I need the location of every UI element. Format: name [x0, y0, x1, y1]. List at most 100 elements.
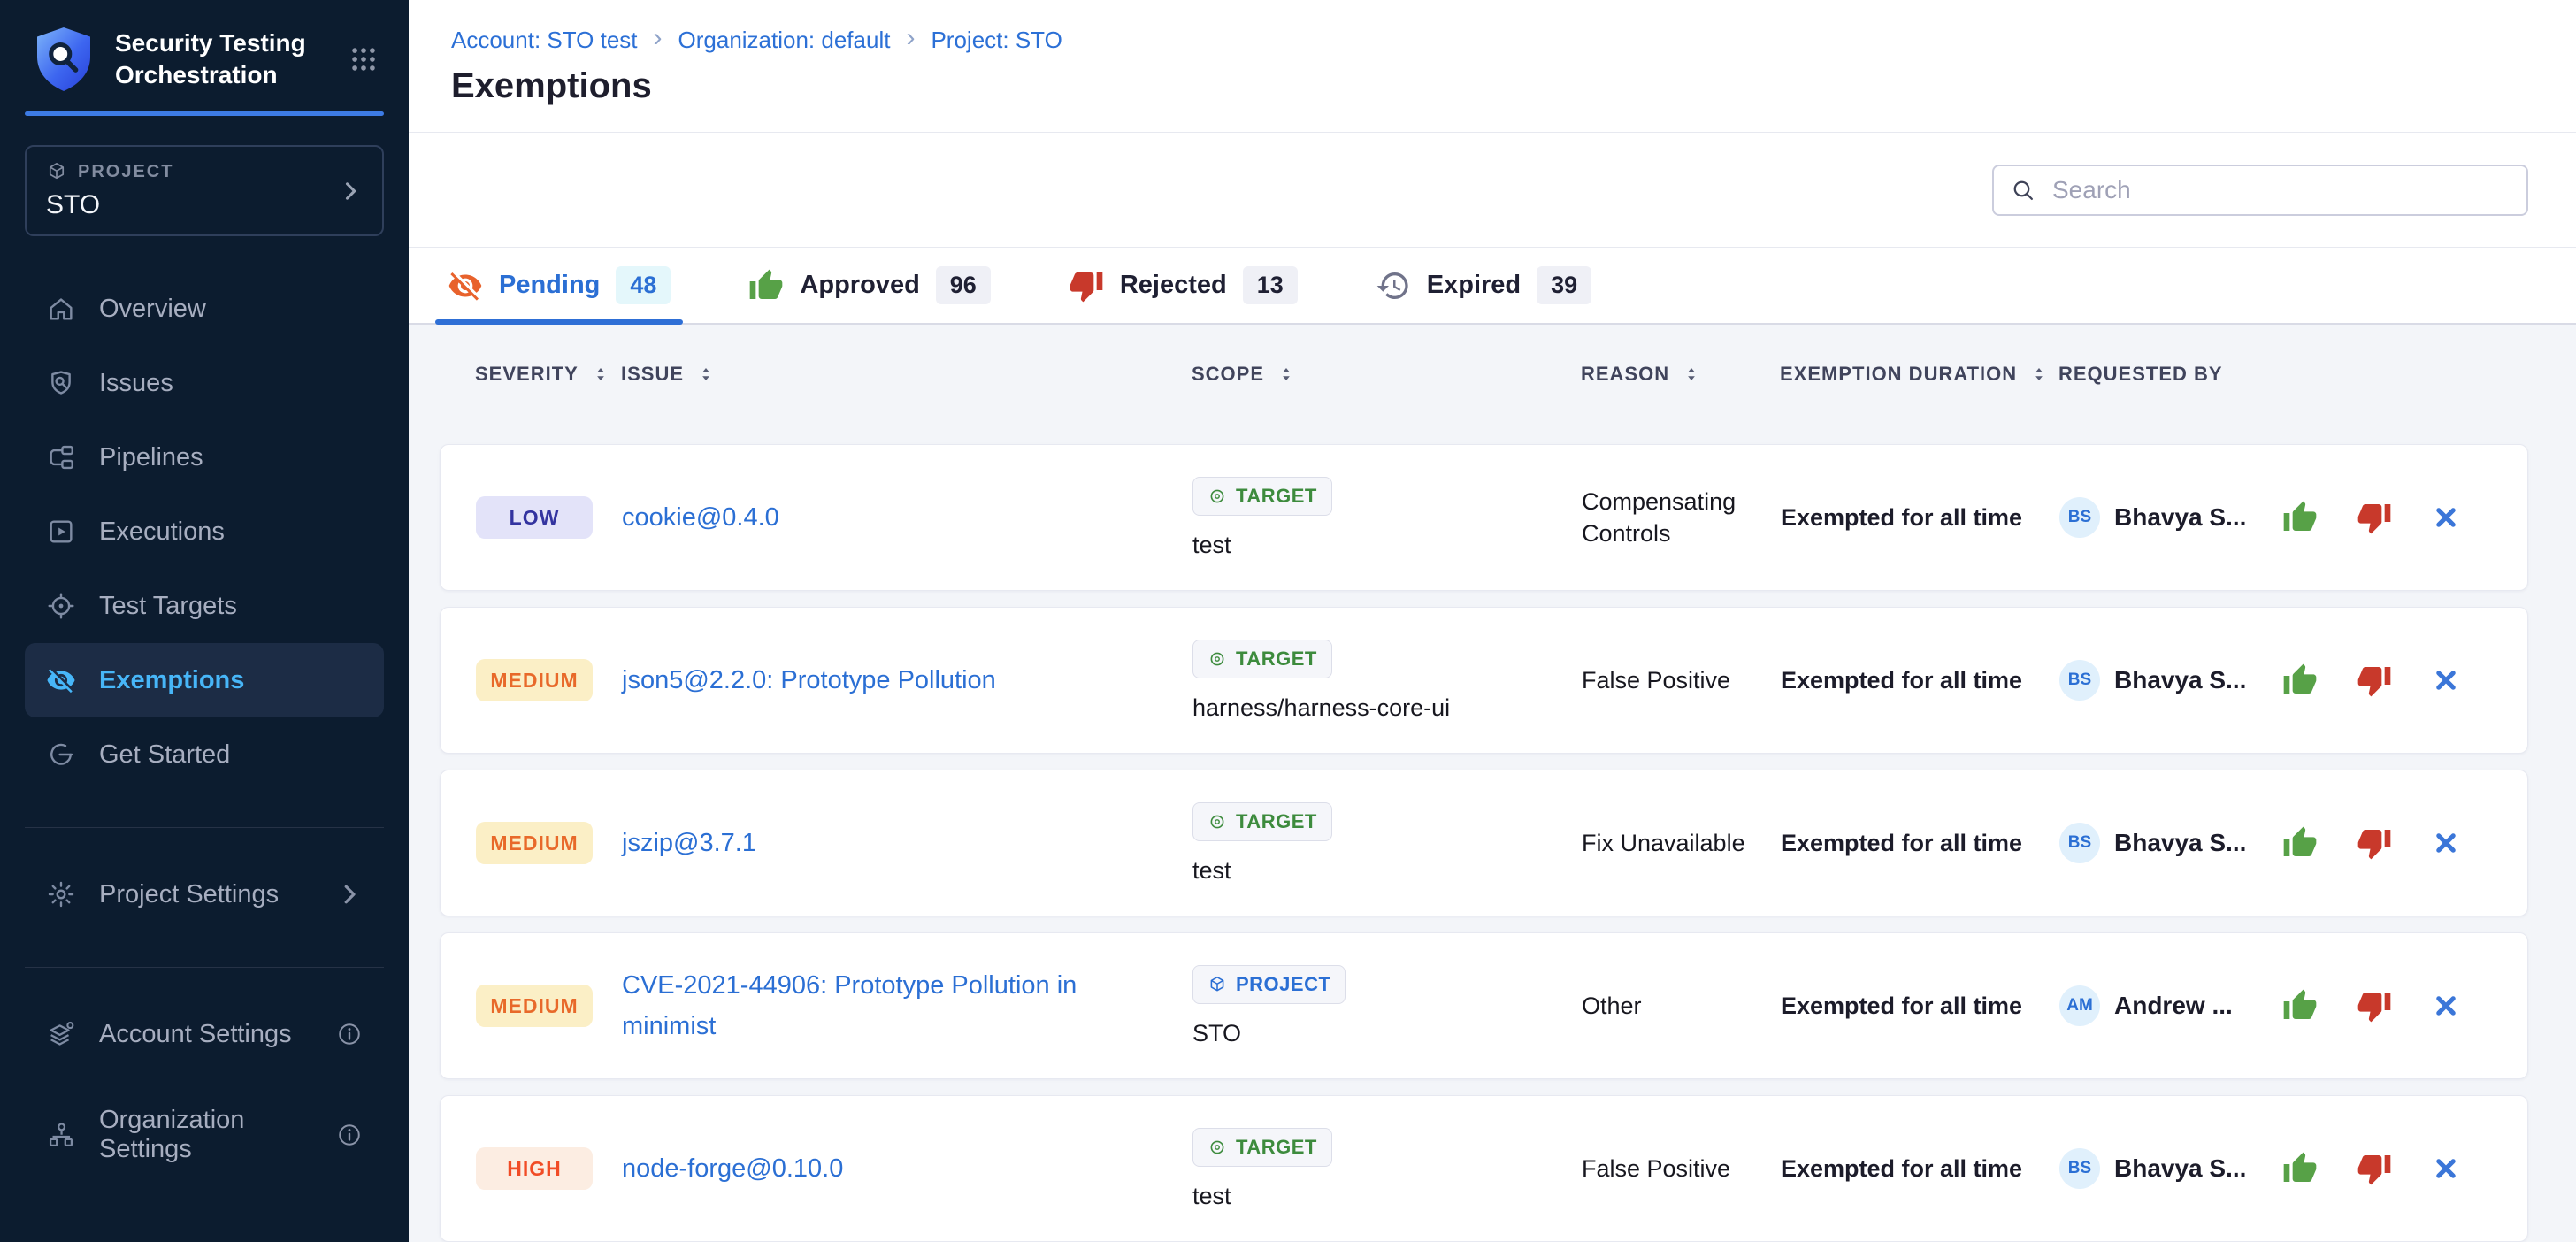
sidebar-item-label: Get Started [99, 740, 230, 770]
sidebar-item-project-settings[interactable]: Project Settings [25, 857, 384, 932]
tab-pending[interactable]: Pending 48 [442, 248, 676, 323]
sort-icon[interactable] [1682, 363, 1701, 386]
brand-accent-line [25, 111, 384, 116]
page-title: Exemptions [451, 66, 2528, 106]
page-header: Account: STO test › Organization: defaul… [409, 0, 2576, 133]
sidebar-item-label: Account Settings [99, 1020, 292, 1049]
dismiss-button[interactable] [2431, 991, 2461, 1021]
approve-button[interactable] [2282, 988, 2318, 1024]
approve-button[interactable] [2282, 500, 2318, 535]
table-row[interactable]: LOW cookie@0.4.0 TARGET test Compensatin… [440, 444, 2528, 591]
reason-cell: Other [1582, 990, 1781, 1022]
sort-icon[interactable] [591, 363, 610, 386]
dismiss-button[interactable] [2431, 665, 2461, 695]
reason-text: Fix Unavailable [1582, 827, 1781, 859]
scope-badge: PROJECT [1192, 965, 1346, 1004]
sidebar-item-label: Project Settings [99, 880, 279, 909]
breadcrumb-account[interactable]: Account: STO test [451, 27, 638, 54]
sidebar-item-issues[interactable]: Issues [25, 346, 384, 420]
info-icon[interactable] [336, 1122, 363, 1148]
history-clock-icon [1376, 268, 1411, 303]
project-selector[interactable]: PROJECT STO [25, 145, 384, 236]
reject-button[interactable] [2357, 500, 2392, 535]
table-row[interactable]: MEDIUM json5@2.2.0: Prototype Pollution … [440, 607, 2528, 754]
home-icon [46, 294, 76, 324]
info-icon[interactable] [336, 1021, 363, 1047]
sidebar-item-test-targets[interactable]: Test Targets [25, 569, 384, 643]
project-cube-icon [46, 161, 67, 182]
table-row[interactable]: MEDIUM CVE-2021-44906: Prototype Polluti… [440, 932, 2528, 1079]
issue-cell: json5@2.2.0: Prototype Pollution [622, 660, 1192, 701]
issue-link[interactable]: jszip@3.7.1 [622, 823, 827, 863]
search-input[interactable] [2051, 175, 2511, 205]
requested-by-cell: BS Bhavya S... [2059, 823, 2272, 863]
severity-cell: MEDIUM [476, 659, 622, 702]
sort-icon[interactable] [696, 363, 716, 386]
main-content: Account: STO test › Organization: defaul… [409, 0, 2576, 1242]
issue-link[interactable]: cookie@0.4.0 [622, 497, 850, 538]
approve-button[interactable] [2282, 1151, 2318, 1186]
dismiss-button[interactable] [2431, 502, 2461, 533]
column-label: REQUESTED BY [2058, 363, 2223, 386]
column-header-scope: SCOPE [1192, 363, 1581, 386]
sort-icon[interactable] [2029, 363, 2049, 386]
gear-icon [46, 879, 76, 909]
org-gear-icon [46, 1120, 76, 1150]
table-column-headers: SEVERITY ISSUE SCOPE REASON EXEMPTION DU… [440, 346, 2528, 402]
tab-rejected[interactable]: Rejected 13 [1063, 248, 1303, 323]
dismiss-button[interactable] [2431, 1154, 2461, 1184]
column-label: SEVERITY [475, 363, 579, 386]
project-cube-icon [1208, 975, 1227, 994]
requester-name: Bhavya S... [2114, 829, 2246, 857]
issue-link[interactable]: CVE-2021-44906: Prototype Pollution in m… [622, 965, 1192, 1047]
duration-text: Exempted for all time [1781, 993, 2022, 1019]
pipeline-icon [46, 442, 76, 472]
sidebar-item-executions[interactable]: Executions [25, 494, 384, 569]
thumb-down-icon [2357, 825, 2392, 861]
scope-value: test [1192, 532, 1231, 559]
scope-cell: TARGET test [1192, 1128, 1582, 1210]
table-row[interactable]: HIGH node-forge@0.10.0 TARGET test False [440, 1095, 2528, 1242]
reject-button[interactable] [2357, 825, 2392, 861]
chevron-right-icon [338, 179, 363, 203]
issue-link[interactable]: json5@2.2.0: Prototype Pollution [622, 660, 1067, 701]
sidebar-item-account-settings[interactable]: Account Settings [25, 997, 384, 1071]
thumb-up-icon [2282, 825, 2318, 861]
table-row[interactable]: MEDIUM jszip@3.7.1 TARGET test Fix Unava… [440, 770, 2528, 916]
sidebar-item-organization-settings[interactable]: Organization Settings [25, 1098, 384, 1172]
sort-icon[interactable] [1276, 363, 1296, 386]
tab-approved[interactable]: Approved 96 [743, 248, 995, 323]
approve-button[interactable] [2282, 663, 2318, 698]
sidebar-item-exemptions[interactable]: Exemptions [25, 643, 384, 717]
scope-badge: TARGET [1192, 640, 1332, 678]
scope-value: harness/harness-core-ui [1192, 694, 1450, 722]
close-icon [2431, 1154, 2461, 1184]
sidebar-item-pipelines[interactable]: Pipelines [25, 420, 384, 494]
reject-button[interactable] [2357, 988, 2392, 1024]
sidebar-item-get-started[interactable]: Get Started [25, 717, 384, 792]
reason-text: False Positive [1582, 664, 1766, 696]
issue-link[interactable]: node-forge@0.10.0 [622, 1148, 914, 1189]
project-info: PROJECT STO [46, 161, 338, 220]
target-icon [1208, 812, 1227, 832]
approve-button[interactable] [2282, 825, 2318, 861]
breadcrumb-project[interactable]: Project: STO [931, 27, 1062, 54]
search-box [1992, 165, 2528, 216]
duration-cell: Exempted for all time [1781, 504, 2059, 532]
sidebar-item-overview[interactable]: Overview [25, 272, 384, 346]
reason-cell: Compensating Controls [1582, 486, 1781, 550]
reject-button[interactable] [2357, 1151, 2392, 1186]
sidebar-item-label: Issues [99, 369, 173, 398]
reject-button[interactable] [2357, 663, 2392, 698]
requester-name: Andrew ... [2114, 992, 2233, 1020]
module-switcher-icon[interactable] [349, 44, 379, 74]
column-label: REASON [1581, 363, 1669, 386]
severity-cell: MEDIUM [476, 985, 622, 1027]
scope-cell: TARGET test [1192, 802, 1582, 885]
tab-expired[interactable]: Expired 39 [1370, 248, 1597, 323]
dismiss-button[interactable] [2431, 828, 2461, 858]
breadcrumb-organization[interactable]: Organization: default [678, 27, 891, 54]
breadcrumb: Account: STO test › Organization: defaul… [451, 25, 2528, 55]
app-window: Security Testing Orchestration PROJECT S… [0, 0, 2576, 1242]
duration-cell: Exempted for all time [1781, 993, 2059, 1020]
